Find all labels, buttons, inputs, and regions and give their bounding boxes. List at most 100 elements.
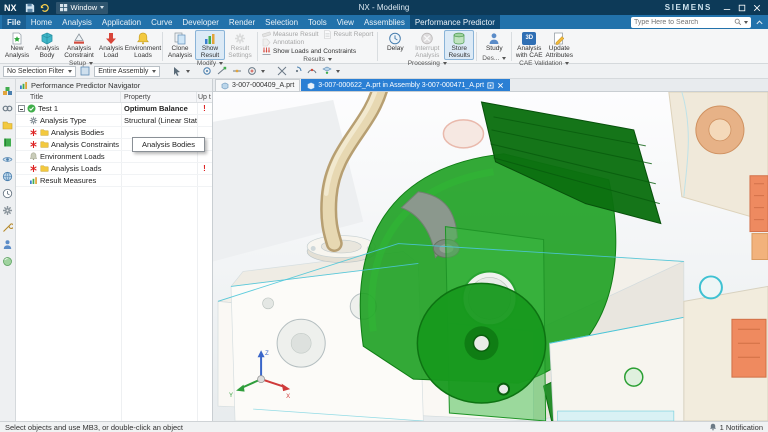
green-disc-part[interactable] bbox=[417, 283, 545, 403]
endpoint-snap-icon[interactable] bbox=[216, 65, 228, 77]
clone-analysis-button[interactable]: Clone Analysis bbox=[165, 30, 195, 60]
analysis-body-button[interactable]: Analysis Body bbox=[32, 30, 62, 60]
command-search[interactable] bbox=[631, 17, 751, 28]
tree-row-analysis-type[interactable]: Analysis Type Structural (Linear Statics… bbox=[16, 115, 212, 127]
doc-tab-2-active[interactable]: 3-007-000622_A.prt in Assembly 3-007-000… bbox=[301, 79, 510, 91]
reuse-library-icon[interactable] bbox=[2, 135, 13, 146]
pin-tab-icon[interactable] bbox=[487, 82, 494, 89]
roles-icon[interactable] bbox=[2, 237, 13, 248]
tree-row-environment-loads[interactable]: Environment Loads bbox=[16, 151, 212, 163]
selection-scope-combo[interactable]: Entire Assembly bbox=[94, 66, 160, 77]
group-label-cae-validation[interactable]: CAE Validation bbox=[514, 60, 574, 67]
minimize-button[interactable] bbox=[719, 1, 734, 14]
chevron-down-icon[interactable] bbox=[186, 70, 190, 73]
system-materials-icon[interactable] bbox=[2, 254, 13, 265]
tab-render[interactable]: Render bbox=[224, 15, 260, 29]
test-status-icon bbox=[27, 104, 36, 113]
close-button[interactable] bbox=[749, 1, 764, 14]
selection-scope-icon[interactable] bbox=[79, 65, 91, 77]
group-label-results[interactable]: Results bbox=[260, 56, 375, 64]
result-measures-icon bbox=[29, 176, 38, 185]
part-navigator-icon[interactable] bbox=[2, 118, 13, 129]
show-result-button[interactable]: Show Result bbox=[195, 30, 225, 60]
notification-text[interactable]: 1 Notification bbox=[720, 423, 763, 432]
tree-row-test1[interactable]: Test 1 Optimum Balance ! bbox=[16, 103, 212, 115]
column-title[interactable]: Title bbox=[16, 92, 121, 102]
tab-home[interactable]: Home bbox=[26, 15, 57, 29]
expander-icon[interactable] bbox=[18, 105, 25, 112]
new-analysis-button[interactable]: New Analysis bbox=[2, 30, 32, 60]
search-dropdown-icon[interactable] bbox=[744, 21, 748, 24]
annotation-icon bbox=[262, 38, 271, 47]
required-asterisk-icon bbox=[29, 140, 38, 149]
chevron-down-icon[interactable] bbox=[336, 70, 340, 73]
analysis-constraint-button[interactable]: Analysis Constraint bbox=[62, 30, 96, 60]
delay-button[interactable]: Delay bbox=[380, 30, 410, 54]
chevron-down-icon bbox=[68, 70, 72, 73]
minimize-ribbon-icon[interactable] bbox=[755, 18, 764, 27]
part-file-icon bbox=[307, 82, 315, 90]
point-on-curve-icon[interactable] bbox=[306, 65, 318, 77]
manufacturing-wizard-icon[interactable] bbox=[2, 220, 13, 231]
tab-performance-predictor[interactable]: Performance Predictor bbox=[410, 15, 500, 29]
environment-loads-button[interactable]: Environment Loads bbox=[126, 30, 160, 60]
window-menu-button[interactable]: Window bbox=[56, 2, 109, 14]
web-browser-icon[interactable] bbox=[2, 169, 13, 180]
group-divider bbox=[257, 32, 258, 61]
update-flag: ! bbox=[197, 104, 212, 113]
center-snap-icon[interactable] bbox=[246, 65, 258, 77]
tab-tools[interactable]: Tools bbox=[303, 15, 332, 29]
show-loads-and-constraints-button[interactable]: Show Loads and Constraints bbox=[260, 47, 358, 56]
chevron-down-icon[interactable] bbox=[261, 70, 265, 73]
3d-scene[interactable]: Z X Y bbox=[213, 92, 768, 421]
notification-bell-icon[interactable] bbox=[709, 423, 717, 431]
process-studio-icon[interactable] bbox=[2, 203, 13, 214]
search-icon[interactable] bbox=[734, 18, 742, 26]
quadrant-snap-icon[interactable] bbox=[291, 65, 303, 77]
doc-tab-1[interactable]: 3-007-000409_A.prt bbox=[215, 79, 300, 91]
select-cursor-icon[interactable] bbox=[171, 65, 183, 77]
tree-row-analysis-loads[interactable]: Analysis Loads ! bbox=[16, 163, 212, 175]
group-label-design[interactable]: Des... bbox=[479, 54, 509, 63]
column-property[interactable]: Property bbox=[121, 92, 197, 102]
salmon-ring-part[interactable] bbox=[443, 120, 483, 148]
selection-scope-value: Entire Assembly bbox=[98, 68, 148, 75]
assembly-navigator-icon[interactable] bbox=[2, 84, 13, 95]
column-up[interactable]: Up t bbox=[197, 92, 212, 102]
navigator-header[interactable]: Performance Predictor Navigator bbox=[16, 79, 212, 92]
tab-curve[interactable]: Curve bbox=[146, 15, 177, 29]
intersection-snap-icon[interactable] bbox=[276, 65, 288, 77]
tab-file[interactable]: File bbox=[2, 15, 26, 29]
restore-button[interactable] bbox=[734, 1, 749, 14]
tab-analysis[interactable]: Analysis bbox=[57, 15, 97, 29]
group-label-processing[interactable]: Processing bbox=[380, 60, 474, 67]
tab-assemblies[interactable]: Assemblies bbox=[359, 15, 410, 29]
snap-point-icon[interactable] bbox=[201, 65, 213, 77]
study-button[interactable]: Study bbox=[479, 30, 509, 54]
analysis-with-cae-icon: 3D bbox=[522, 32, 536, 45]
analysis-load-button[interactable]: Analysis Load bbox=[96, 30, 126, 60]
constraint-navigator-icon[interactable] bbox=[2, 101, 13, 112]
environment-loads-icon bbox=[29, 152, 38, 161]
tab-developer[interactable]: Developer bbox=[177, 15, 223, 29]
button-label: Delay bbox=[387, 46, 404, 53]
folder-icon bbox=[40, 140, 49, 149]
hd3d-tools-icon[interactable] bbox=[2, 152, 13, 163]
button-label: Environment Loads bbox=[125, 46, 162, 59]
close-tab-icon[interactable] bbox=[497, 82, 504, 89]
undo-icon[interactable] bbox=[38, 2, 50, 14]
tab-selection[interactable]: Selection bbox=[260, 15, 303, 29]
point-on-face-icon[interactable] bbox=[321, 65, 333, 77]
update-attributes-button[interactable]: Update Attributes bbox=[544, 30, 574, 60]
tab-application[interactable]: Application bbox=[97, 15, 146, 29]
button-label: Result Report bbox=[334, 31, 374, 38]
midpoint-snap-icon[interactable] bbox=[231, 65, 243, 77]
save-icon[interactable] bbox=[24, 2, 36, 14]
search-input[interactable] bbox=[634, 19, 732, 26]
selection-filter-combo[interactable]: No Selection Filter bbox=[3, 66, 76, 77]
history-icon[interactable] bbox=[2, 186, 13, 197]
tab-view[interactable]: View bbox=[332, 15, 359, 29]
analysis-with-cae-button[interactable]: 3D Analysis with CAE bbox=[514, 30, 544, 60]
store-results-button[interactable]: Store Results bbox=[444, 30, 474, 60]
tree-row-result-measures[interactable]: Result Measures bbox=[16, 175, 212, 187]
